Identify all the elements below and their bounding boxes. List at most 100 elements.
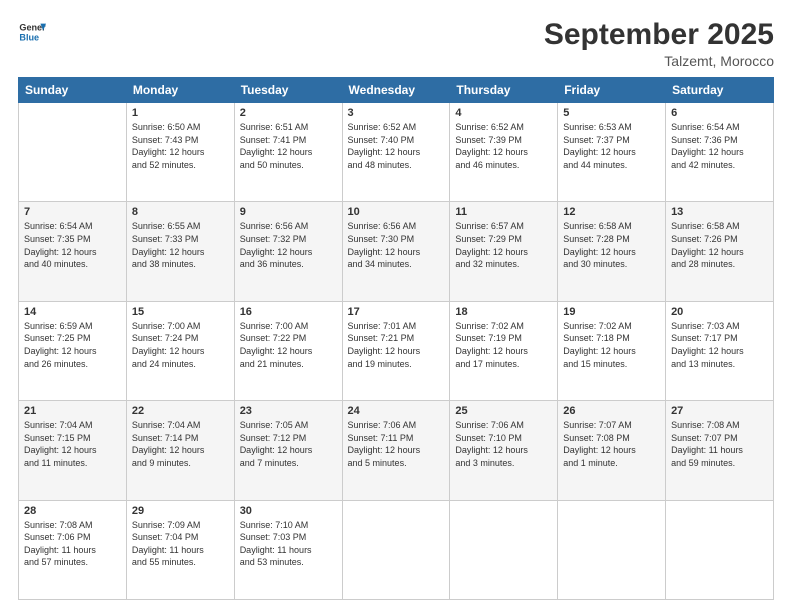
day-number: 17 [348, 306, 445, 318]
table-row: 25 Sunrise: 7:06 AM Sunset: 7:10 PM Dayli… [450, 401, 558, 500]
day-info: Sunrise: 6:56 AM Sunset: 7:32 PM Dayligh… [240, 220, 337, 270]
day-number: 6 [671, 107, 768, 119]
calendar-week-row: 28 Sunrise: 7:08 AM Sunset: 7:06 PM Dayli… [19, 500, 774, 599]
table-row: 23 Sunrise: 7:05 AM Sunset: 7:12 PM Dayli… [234, 401, 342, 500]
day-info: Sunrise: 7:08 AM Sunset: 7:06 PM Dayligh… [24, 519, 121, 569]
day-info: Sunrise: 7:06 AM Sunset: 7:11 PM Dayligh… [348, 419, 445, 469]
table-row: 19 Sunrise: 7:02 AM Sunset: 7:18 PM Dayli… [558, 301, 666, 400]
table-row [342, 500, 450, 599]
table-row: 27Sunrise: 7:08 AM Sunset: 7:07 PM Dayli… [666, 401, 774, 500]
day-info: Sunrise: 6:59 AM Sunset: 7:25 PM Dayligh… [24, 320, 121, 370]
day-info: Sunrise: 7:04 AM Sunset: 7:14 PM Dayligh… [132, 419, 229, 469]
day-info: Sunrise: 7:00 AM Sunset: 7:24 PM Dayligh… [132, 320, 229, 370]
table-row: 12Sunrise: 6:58 AM Sunset: 7:28 PM Dayli… [558, 202, 666, 301]
table-row: 10Sunrise: 6:56 AM Sunset: 7:30 PM Dayli… [342, 202, 450, 301]
day-info: Sunrise: 7:04 AM Sunset: 7:15 PM Dayligh… [24, 419, 121, 469]
header: General Blue September 2025 Talzemt, Mor… [18, 18, 774, 69]
day-info: Sunrise: 6:52 AM Sunset: 7:40 PM Dayligh… [348, 121, 445, 171]
day-info: Sunrise: 7:00 AM Sunset: 7:22 PM Dayligh… [240, 320, 337, 370]
page: General Blue September 2025 Talzemt, Mor… [0, 0, 792, 612]
day-info: Sunrise: 6:57 AM Sunset: 7:29 PM Dayligh… [455, 220, 552, 270]
table-row [19, 103, 127, 202]
day-number: 9 [240, 206, 337, 218]
title-block: September 2025 Talzemt, Morocco [544, 18, 774, 69]
logo-icon: General Blue [18, 18, 46, 46]
day-number: 21 [24, 405, 121, 417]
day-info: Sunrise: 6:50 AM Sunset: 7:43 PM Dayligh… [132, 121, 229, 171]
table-row: 28 Sunrise: 7:08 AM Sunset: 7:06 PM Dayli… [19, 500, 127, 599]
col-monday: Monday [126, 78, 234, 103]
table-row: 16 Sunrise: 7:00 AM Sunset: 7:22 PM Dayli… [234, 301, 342, 400]
day-info: Sunrise: 7:02 AM Sunset: 7:18 PM Dayligh… [563, 320, 660, 370]
day-number: 28 [24, 505, 121, 517]
table-row: 3 Sunrise: 6:52 AM Sunset: 7:40 PM Daylig… [342, 103, 450, 202]
logo: General Blue [18, 18, 46, 46]
table-row: 9 Sunrise: 6:56 AM Sunset: 7:32 PM Daylig… [234, 202, 342, 301]
table-row: 29 Sunrise: 7:09 AM Sunset: 7:04 PM Dayli… [126, 500, 234, 599]
table-row: 17 Sunrise: 7:01 AM Sunset: 7:21 PM Dayli… [342, 301, 450, 400]
table-row: 26 Sunrise: 7:07 AM Sunset: 7:08 PM Dayli… [558, 401, 666, 500]
col-tuesday: Tuesday [234, 78, 342, 103]
day-number: 10 [348, 206, 445, 218]
day-info: Sunrise: 7:06 AM Sunset: 7:10 PM Dayligh… [455, 419, 552, 469]
day-number: 14 [24, 306, 121, 318]
day-number: 25 [455, 405, 552, 417]
day-info: Sunrise: 6:52 AM Sunset: 7:39 PM Dayligh… [455, 121, 552, 171]
day-info: Sunrise: 7:01 AM Sunset: 7:21 PM Dayligh… [348, 320, 445, 370]
table-row: 24Sunrise: 7:06 AM Sunset: 7:11 PM Dayli… [342, 401, 450, 500]
table-row: 11Sunrise: 6:57 AM Sunset: 7:29 PM Dayli… [450, 202, 558, 301]
day-number: 20 [671, 306, 768, 318]
calendar-week-row: 21 Sunrise: 7:04 AM Sunset: 7:15 PM Dayli… [19, 401, 774, 500]
table-row: 15 Sunrise: 7:00 AM Sunset: 7:24 PM Dayli… [126, 301, 234, 400]
day-number: 15 [132, 306, 229, 318]
day-info: Sunrise: 6:55 AM Sunset: 7:33 PM Dayligh… [132, 220, 229, 270]
table-row: 7Sunrise: 6:54 AM Sunset: 7:35 PM Daylig… [19, 202, 127, 301]
day-info: Sunrise: 7:07 AM Sunset: 7:08 PM Dayligh… [563, 419, 660, 469]
day-info: Sunrise: 7:09 AM Sunset: 7:04 PM Dayligh… [132, 519, 229, 569]
subtitle: Talzemt, Morocco [544, 53, 774, 69]
day-number: 16 [240, 306, 337, 318]
table-row: 20 Sunrise: 7:03 AM Sunset: 7:17 PM Dayli… [666, 301, 774, 400]
day-info: Sunrise: 6:51 AM Sunset: 7:41 PM Dayligh… [240, 121, 337, 171]
calendar-table: Sunday Monday Tuesday Wednesday Thursday… [18, 77, 774, 600]
day-number: 5 [563, 107, 660, 119]
table-row: 30 Sunrise: 7:10 AM Sunset: 7:03 PM Dayli… [234, 500, 342, 599]
table-row: 21 Sunrise: 7:04 AM Sunset: 7:15 PM Dayli… [19, 401, 127, 500]
table-row [558, 500, 666, 599]
col-sunday: Sunday [19, 78, 127, 103]
table-row: 6Sunrise: 6:54 AM Sunset: 7:36 PM Daylig… [666, 103, 774, 202]
day-info: Sunrise: 7:10 AM Sunset: 7:03 PM Dayligh… [240, 519, 337, 569]
day-number: 12 [563, 206, 660, 218]
calendar-week-row: 1 Sunrise: 6:50 AM Sunset: 7:43 PM Daylig… [19, 103, 774, 202]
day-number: 30 [240, 505, 337, 517]
day-number: 26 [563, 405, 660, 417]
day-number: 3 [348, 107, 445, 119]
table-row [666, 500, 774, 599]
table-row: 1 Sunrise: 6:50 AM Sunset: 7:43 PM Daylig… [126, 103, 234, 202]
col-friday: Friday [558, 78, 666, 103]
table-row: 5 Sunrise: 6:53 AM Sunset: 7:37 PM Daylig… [558, 103, 666, 202]
table-row: 13Sunrise: 6:58 AM Sunset: 7:26 PM Dayli… [666, 202, 774, 301]
calendar-week-row: 7Sunrise: 6:54 AM Sunset: 7:35 PM Daylig… [19, 202, 774, 301]
day-number: 2 [240, 107, 337, 119]
col-thursday: Thursday [450, 78, 558, 103]
col-saturday: Saturday [666, 78, 774, 103]
day-number: 13 [671, 206, 768, 218]
day-number: 18 [455, 306, 552, 318]
day-number: 23 [240, 405, 337, 417]
table-row [450, 500, 558, 599]
day-info: Sunrise: 7:03 AM Sunset: 7:17 PM Dayligh… [671, 320, 768, 370]
col-wednesday: Wednesday [342, 78, 450, 103]
day-info: Sunrise: 6:54 AM Sunset: 7:35 PM Dayligh… [24, 220, 121, 270]
day-number: 8 [132, 206, 229, 218]
day-info: Sunrise: 7:08 AM Sunset: 7:07 PM Dayligh… [671, 419, 768, 469]
day-info: Sunrise: 7:05 AM Sunset: 7:12 PM Dayligh… [240, 419, 337, 469]
table-row: 22Sunrise: 7:04 AM Sunset: 7:14 PM Dayli… [126, 401, 234, 500]
table-row: 14 Sunrise: 6:59 AM Sunset: 7:25 PM Dayli… [19, 301, 127, 400]
table-row: 2 Sunrise: 6:51 AM Sunset: 7:41 PM Daylig… [234, 103, 342, 202]
day-number: 29 [132, 505, 229, 517]
day-info: Sunrise: 6:53 AM Sunset: 7:37 PM Dayligh… [563, 121, 660, 171]
day-number: 19 [563, 306, 660, 318]
day-number: 1 [132, 107, 229, 119]
main-title: September 2025 [544, 18, 774, 51]
